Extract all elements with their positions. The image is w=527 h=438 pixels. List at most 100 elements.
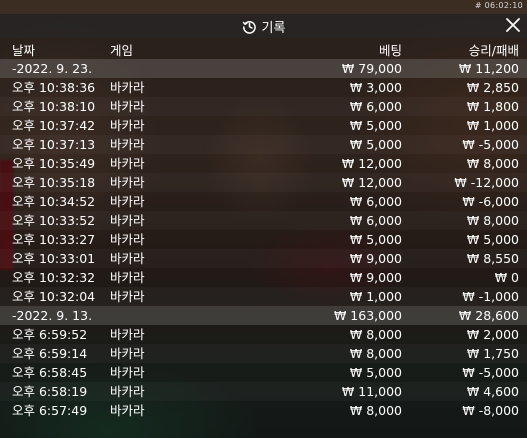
row-game: 바카라 [110, 118, 145, 133]
row-game: 바카라 [110, 99, 145, 114]
row-game: 바카라 [110, 232, 145, 247]
column-header-game: 게임 [110, 43, 134, 58]
row-result: ₩ 8,000 [466, 213, 519, 228]
row-result: ₩ -1,000 [462, 289, 519, 304]
column-header-bet: 베팅 [378, 43, 402, 58]
column-header-date: 날짜 [12, 43, 36, 58]
row-game: 바카라 [110, 156, 145, 171]
row-game: 바카라 [110, 251, 145, 266]
table-row: 오후 10:32:04 바카라 ₩ 1,000 ₩ -1,000 [0, 287, 527, 306]
clock-readout: # 06:02:10 [474, 1, 523, 10]
row-time: 오후 10:38:10 [12, 99, 96, 114]
table-row: 오후 10:33:52 바카라 ₩ 6,000 ₩ 8,000 [0, 211, 527, 230]
row-bet: ₩ 8,000 [349, 403, 402, 418]
row-time: 오후 10:32:04 [12, 289, 96, 304]
row-time: 오후 10:35:49 [12, 156, 96, 171]
row-bet: ₩ 12,000 [341, 175, 402, 190]
row-result: ₩ 8,550 [466, 251, 519, 266]
row-bet: ₩ 3,000 [349, 80, 402, 95]
group-total-result: ₩ 28,600 [458, 308, 519, 323]
row-time: 오후 10:33:27 [12, 232, 96, 247]
row-game: 바카라 [110, 270, 145, 285]
row-bet: ₩ 6,000 [349, 194, 402, 209]
row-bet: ₩ 6,000 [349, 213, 402, 228]
table-row: 오후 6:59:52 바카라 ₩ 8,000 ₩ 2,000 [0, 325, 527, 344]
table-row: 오후 10:38:36 바카라 ₩ 3,000 ₩ 2,850 [0, 78, 527, 97]
history-clock-icon [242, 19, 257, 34]
table-row: 오후 10:37:42 바카라 ₩ 5,000 ₩ 1,000 [0, 116, 527, 135]
row-time: 오후 10:38:36 [12, 80, 96, 95]
table-row: 오후 10:32:32 바카라 ₩ 9,000 ₩ 0 [0, 268, 527, 287]
row-bet: ₩ 9,000 [349, 251, 402, 266]
row-bet: ₩ 5,000 [349, 118, 402, 133]
row-bet: ₩ 8,000 [349, 327, 402, 342]
row-result: ₩ -6,000 [462, 194, 519, 209]
row-game: 바카라 [110, 80, 145, 95]
row-game: 바카라 [110, 365, 145, 380]
row-bet: ₩ 5,000 [349, 232, 402, 247]
row-result: ₩ -5,000 [462, 137, 519, 152]
table-row: 오후 10:35:18 바카라 ₩ 12,000 ₩ -12,000 [0, 173, 527, 192]
table-row: 오후 6:57:49 바카라 ₩ 8,000 ₩ -8,000 [0, 401, 527, 420]
date-group-row[interactable]: -2022. 9. 13. ₩ 163,000 ₩ 28,600 [0, 306, 527, 325]
table-row: 오후 10:34:52 바카라 ₩ 6,000 ₩ -6,000 [0, 192, 527, 211]
row-game: 바카라 [110, 384, 145, 399]
window-title-text: 기록 [261, 20, 286, 36]
group-date: -2022. 9. 13. [12, 308, 93, 323]
group-total-result: ₩ 11,200 [458, 61, 519, 76]
table-row: 오후 10:37:13 바카라 ₩ 5,000 ₩ -5,000 [0, 135, 527, 154]
column-header-result: 승리/패배 [468, 43, 519, 58]
row-time: 오후 6:59:52 [12, 327, 88, 342]
table-row: 오후 6:59:14 바카라 ₩ 8,000 ₩ 1,750 [0, 344, 527, 363]
row-game: 바카라 [110, 194, 145, 209]
group-total-bet: ₩ 79,000 [341, 61, 402, 76]
table-row: 오후 6:58:45 바카라 ₩ 5,000 ₩ -5,000 [0, 363, 527, 382]
row-game: 바카라 [110, 403, 145, 418]
table-row: 오후 10:33:01 바카라 ₩ 9,000 ₩ 8,550 [0, 249, 527, 268]
row-bet: ₩ 11,000 [341, 384, 402, 399]
row-result: ₩ 2,000 [466, 327, 519, 342]
group-date: -2022. 9. 23. [12, 61, 93, 76]
table-row: 오후 10:38:10 바카라 ₩ 6,000 ₩ 1,800 [0, 97, 527, 116]
row-result: ₩ -5,000 [462, 365, 519, 380]
close-button[interactable] [505, 17, 521, 33]
row-bet: ₩ 8,000 [349, 346, 402, 361]
row-time: 오후 10:34:52 [12, 194, 96, 209]
row-result: ₩ 1,000 [466, 118, 519, 133]
row-game: 바카라 [110, 213, 145, 228]
close-icon [506, 18, 520, 32]
row-result: ₩ 5,000 [466, 232, 519, 247]
row-result: ₩ -8,000 [462, 403, 519, 418]
row-bet: ₩ 5,000 [349, 137, 402, 152]
row-bet: ₩ 1,000 [349, 289, 402, 304]
date-group-row[interactable]: -2022. 9. 23. ₩ 79,000 ₩ 11,200 [0, 59, 527, 78]
row-time: 오후 6:59:14 [12, 346, 88, 361]
table-header: 날짜 게임 베팅 승리/패배 [0, 38, 527, 58]
row-result: ₩ 1,750 [466, 346, 519, 361]
row-time: 오후 10:37:42 [12, 118, 96, 133]
row-bet: ₩ 5,000 [349, 365, 402, 380]
table-row: 오후 6:58:19 바카라 ₩ 11,000 ₩ 4,600 [0, 382, 527, 401]
row-game: 바카라 [110, 289, 145, 304]
row-time: 오후 10:32:32 [12, 270, 96, 285]
row-result: ₩ 2,850 [466, 80, 519, 95]
row-bet: ₩ 9,000 [349, 270, 402, 285]
row-game: 바카라 [110, 137, 145, 152]
table-row: 오후 10:35:49 바카라 ₩ 12,000 ₩ 8,000 [0, 154, 527, 173]
row-bet: ₩ 12,000 [341, 156, 402, 171]
window-title: 기록 [0, 17, 527, 36]
table-row: 오후 10:33:27 바카라 ₩ 5,000 ₩ 5,000 [0, 230, 527, 249]
row-game: 바카라 [110, 175, 145, 190]
row-time: 오후 6:58:45 [12, 365, 88, 380]
row-result: ₩ 8,000 [466, 156, 519, 171]
row-bet: ₩ 6,000 [349, 99, 402, 114]
row-game: 바카라 [110, 327, 145, 342]
row-result: ₩ -12,000 [454, 175, 519, 190]
row-game: 바카라 [110, 346, 145, 361]
top-status-strip: # 06:02:10 [0, 0, 527, 14]
row-result: ₩ 1,800 [466, 99, 519, 114]
row-time: 오후 10:33:52 [12, 213, 96, 228]
group-total-bet: ₩ 163,000 [333, 308, 402, 323]
row-time: 오후 10:33:01 [12, 251, 96, 266]
history-table-body: -2022. 9. 23. ₩ 79,000 ₩ 11,200 오후 10:38:36… [0, 59, 527, 420]
